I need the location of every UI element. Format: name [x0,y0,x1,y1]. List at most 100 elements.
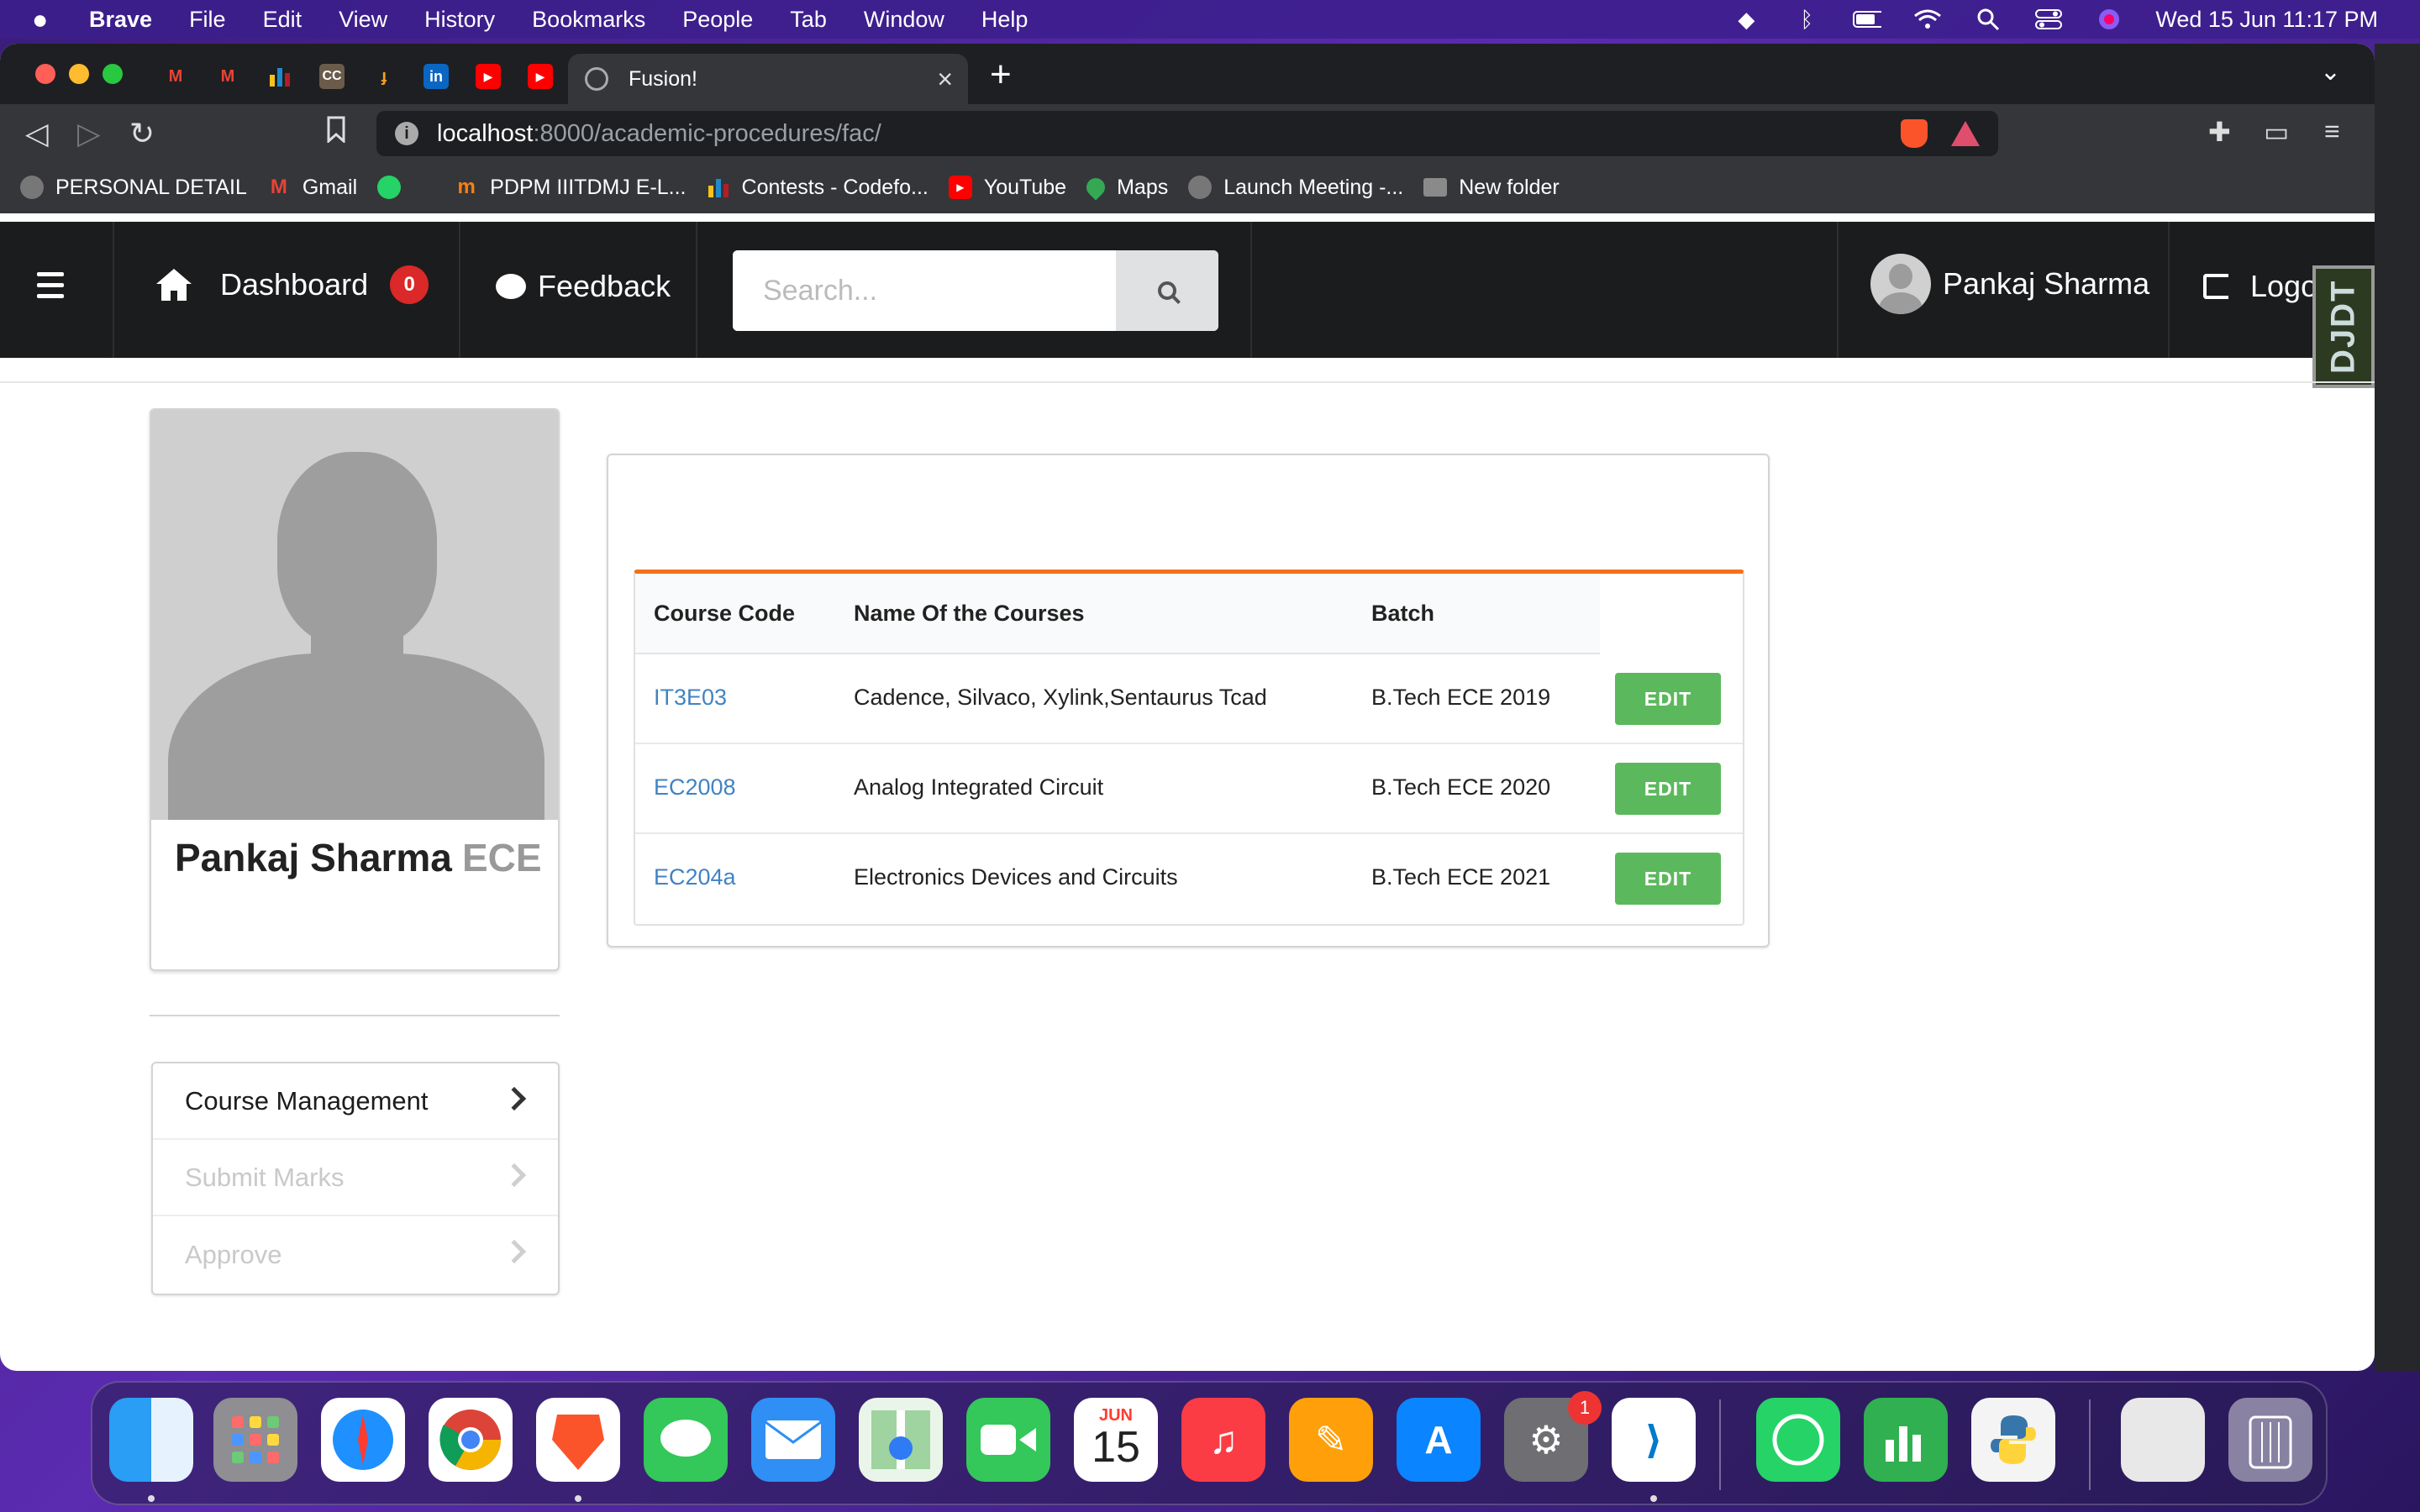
whatsapp-icon[interactable] [1756,1398,1840,1482]
launchpad-icon[interactable] [213,1398,297,1482]
gmail-tab-icon[interactable]: M [215,64,240,89]
messages-icon[interactable] [644,1398,728,1482]
close-tab-icon[interactable]: × [937,64,953,95]
user-name-label: Pankaj Sharma [1943,266,2150,301]
menu-people[interactable]: People [682,7,753,33]
whatsapp-icon [377,176,402,199]
facetime-icon[interactable] [966,1398,1050,1482]
control-center-icon[interactable] [2034,8,2063,30]
linkedin-tab-icon[interactable]: in [424,64,449,89]
maps-icon[interactable] [859,1398,943,1482]
app-store-icon[interactable]: A [1397,1398,1481,1482]
bookmark-page-icon[interactable] [326,116,346,150]
wifi-icon[interactable] [1913,8,1942,30]
profile-photo-placeholder [151,410,558,820]
django-debug-toolbar-handle[interactable]: DJDT [2312,265,2375,388]
menu-item-course-management[interactable]: Course Management [153,1063,558,1140]
menu-edit[interactable]: Edit [263,7,302,33]
spotlight-search-icon[interactable] [1974,8,2002,31]
menu-bookmarks[interactable]: Bookmarks [532,7,645,33]
xls-document-icon[interactable] [2121,1398,2205,1482]
vscode-icon[interactable]: ⟩ [1612,1398,1696,1482]
menu-app-brave[interactable]: Brave [89,7,152,33]
bookmark-personal-detail[interactable]: PERSONAL DETAIL [20,176,247,200]
back-button[interactable]: ◁ [25,116,49,151]
close-window-button[interactable] [35,64,55,84]
nav-feedback-link[interactable]: Feedback [496,269,671,304]
hamburger-menu-icon[interactable] [37,272,64,305]
browser-toolbar: ◁ ▷ ↻ i localhost :8000/academic-procedu… [0,104,2375,161]
codeforces-tab-icon[interactable] [267,64,292,89]
menu-history[interactable]: History [424,7,495,33]
menu-tab[interactable]: Tab [790,7,827,33]
youtube-tab-icon[interactable]: ▶ [528,64,553,89]
extensions-icon[interactable]: ✚ [2208,116,2231,148]
menu-view[interactable]: View [339,7,387,33]
tab-fusion[interactable]: Fusion! × [568,54,968,104]
course-code-link[interactable]: IT3E03 [654,685,727,711]
edit-course-button[interactable]: EDIT [1615,763,1721,815]
menu-file[interactable]: File [189,7,226,33]
menu-window[interactable]: Window [864,7,944,33]
numbers-icon[interactable] [1864,1398,1948,1482]
menu-item-approve[interactable]: Approve [153,1216,558,1293]
brave-shields-icon[interactable] [1901,119,1928,148]
hackerearth-tab-icon[interactable]: ɟ [371,64,397,89]
bookmark-new-folder[interactable]: New folder [1423,176,1560,200]
bookmark-whatsapp[interactable] [377,176,413,199]
bookmark-pdpm-elearning[interactable]: m PDPM IIITDMJ E-L... [455,176,686,200]
feedback-label: Feedback [538,269,671,303]
menubar-clock[interactable]: Wed 15 Jun 11:17 PM [2155,7,2378,33]
gmail-tab-icon[interactable]: M [163,64,188,89]
evernote-icon[interactable]: ◆ [1732,7,1760,32]
edit-course-button[interactable]: EDIT [1615,853,1721,905]
apple-menu-icon[interactable]: ● [32,4,59,35]
chrome-icon[interactable] [429,1398,513,1482]
siri-icon[interactable] [2095,8,2123,30]
zoom-window-button[interactable] [103,64,123,84]
nav-user-profile[interactable]: Pankaj Sharma [1870,254,2149,314]
menu-help[interactable]: Help [981,7,1028,33]
new-tab-button[interactable]: + [990,54,1012,96]
site-info-icon[interactable]: i [395,122,418,145]
address-bar[interactable]: i localhost :8000/academic-procedures/fa… [376,111,1998,156]
tab-strip: M M CC ɟ in ▶ ▶ Fusion! × + ⌄ [0,44,2375,104]
logout-icon [2203,274,2228,299]
courses-card: Course Code Name Of the Courses Batch IT… [607,454,1770,948]
edit-course-button[interactable]: EDIT [1615,673,1721,725]
calendar-icon[interactable]: JUN 15 [1074,1398,1158,1482]
trash-icon[interactable] [2228,1398,2312,1482]
bookmark-maps[interactable]: Maps [1082,174,1168,201]
reload-button[interactable]: ↻ [129,116,155,151]
minimize-window-button[interactable] [69,64,89,84]
codechef-tab-icon[interactable]: CC [319,64,345,89]
python-launcher-icon[interactable] [1971,1398,2055,1482]
course-code-link[interactable]: EC204a [654,864,736,890]
battery-icon[interactable] [1853,8,1882,30]
notification-count-badge: 0 [390,265,429,304]
music-icon[interactable]: ♫ [1181,1398,1265,1482]
bookmark-launch-meeting[interactable]: Launch Meeting -... [1188,176,1403,200]
profile-department: ECE [462,836,542,879]
bookmark-codeforces[interactable]: Contests - Codefo... [707,176,929,200]
youtube-tab-icon[interactable]: ▶ [476,64,501,89]
mail-icon[interactable] [751,1398,835,1482]
bookmark-gmail[interactable]: M Gmail [267,176,357,200]
tab-list-chevron-icon[interactable]: ⌄ [2320,57,2341,87]
menu-item-submit-marks[interactable]: Submit Marks [153,1140,558,1216]
brave-rewards-icon[interactable] [1951,121,1980,146]
bookmark-youtube[interactable]: ▶ YouTube [948,176,1066,200]
nav-dashboard-link[interactable]: Dashboard 0 [155,265,429,304]
wallet-icon[interactable]: ▭ [2264,116,2289,148]
safari-icon[interactable] [321,1398,405,1482]
forward-button[interactable]: ▷ [77,116,101,151]
brave-icon[interactable] [536,1398,620,1482]
browser-menu-icon[interactable]: ≡ [2324,116,2340,147]
comment-icon [496,274,526,299]
finder-icon[interactable] [109,1398,193,1482]
course-code-link[interactable]: EC2008 [654,774,736,801]
bluetooth-icon[interactable]: ᛒ [1792,7,1821,32]
pages-icon[interactable]: ✎ [1289,1398,1373,1482]
search-input[interactable] [733,250,1116,331]
search-button[interactable] [1116,250,1218,331]
